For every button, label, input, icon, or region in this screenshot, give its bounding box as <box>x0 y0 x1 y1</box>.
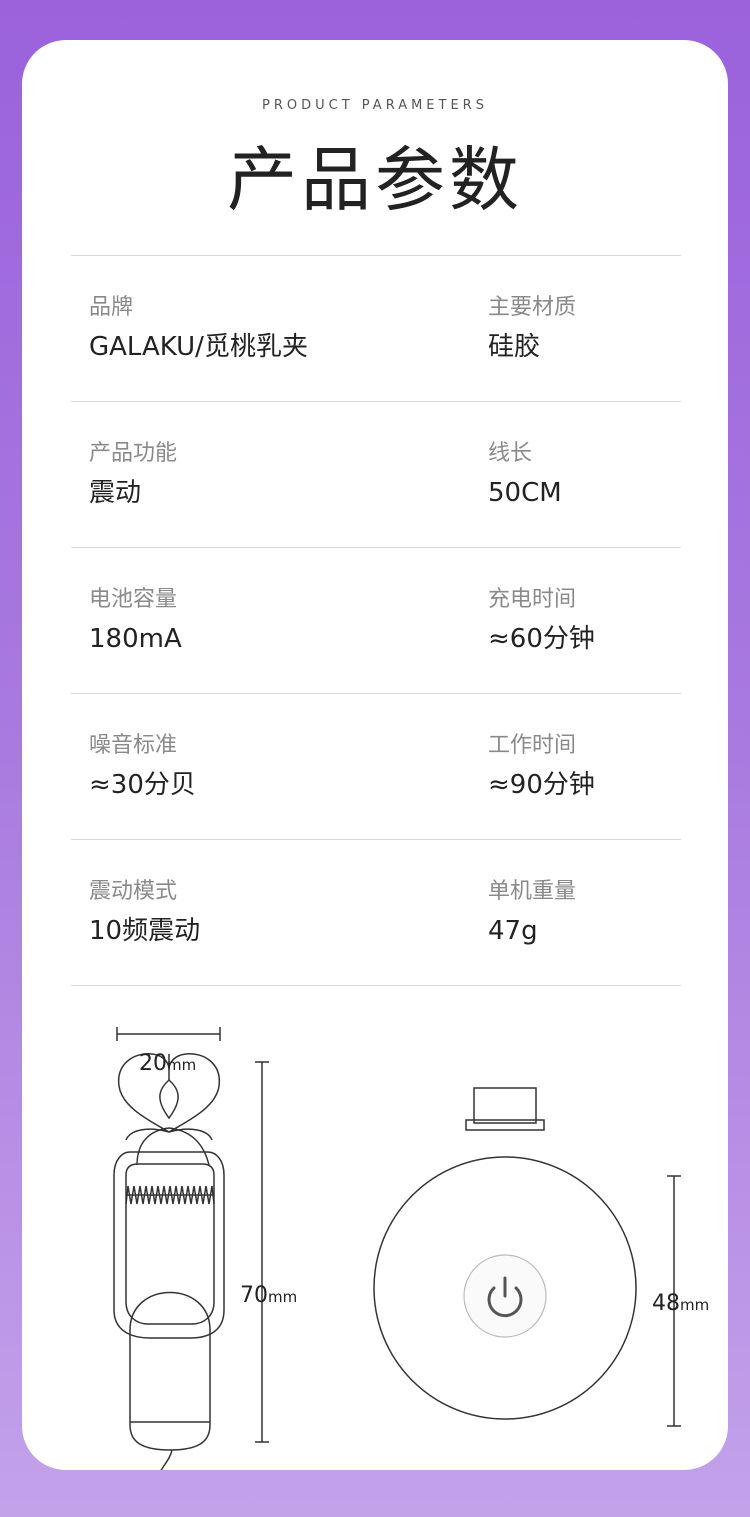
param-label: 电池容量 <box>89 587 178 612</box>
param-value: 10频震动 <box>89 916 201 946</box>
param-value: 47g <box>488 916 538 946</box>
param-row: 品牌 GALAKU/觅桃乳夹 主要材质 硅胶 <box>71 255 681 401</box>
page-title: 产品参数 <box>227 139 523 221</box>
param-material: 主要材质 硅胶 <box>488 294 576 364</box>
dimension-diagram: 20mm 70mm 48mm <box>113 1027 709 1470</box>
clip-width-value: 20 <box>139 1051 167 1076</box>
param-label: 单机重量 <box>488 879 577 904</box>
param-label: 线长 <box>488 441 533 466</box>
product-parameters-card: PRODUCT PARAMETERS 产品参数 品牌 GALAKU/觅桃乳夹 主… <box>22 40 728 1470</box>
clip-height-unit: mm <box>268 1288 297 1306</box>
controller-diameter-label: 48mm <box>652 1291 709 1316</box>
param-label: 噪音标准 <box>89 733 178 758</box>
param-value: ≈60分钟 <box>488 624 595 654</box>
param-value: GALAKU/觅桃乳夹 <box>89 332 308 362</box>
param-charge-time: 充电时间 ≈60分钟 <box>488 586 595 656</box>
param-row: 产品功能 震动 线长 50CM <box>71 401 681 547</box>
param-value: 震动 <box>89 478 142 508</box>
parameters-table: 品牌 GALAKU/觅桃乳夹 主要材质 硅胶 产品功能 震动 线长 50CM 电… <box>71 255 681 986</box>
param-value: ≈30分贝 <box>89 770 196 800</box>
param-value: 50CM <box>488 478 562 508</box>
param-weight: 单机重量 47g <box>488 878 576 948</box>
param-value: 硅胶 <box>488 332 541 362</box>
param-battery: 电池容量 180mA <box>89 586 182 656</box>
param-row: 噪音标准 ≈30分贝 工作时间 ≈90分钟 <box>71 693 681 839</box>
param-label: 工作时间 <box>488 733 577 758</box>
clip-width-label: 20mm <box>139 1051 196 1076</box>
clip-height-value: 70 <box>240 1283 268 1308</box>
param-work-time: 工作时间 ≈90分钟 <box>488 732 595 802</box>
param-label: 品牌 <box>89 295 134 320</box>
clip-width-dimension-line <box>116 1027 221 1041</box>
param-label: 震动模式 <box>89 879 178 904</box>
param-label: 产品功能 <box>89 441 178 466</box>
clip-height-dimension-line <box>255 1061 269 1443</box>
controller-drawing <box>373 1087 637 1420</box>
controller-diameter-value: 48 <box>652 1291 680 1316</box>
nipple-clip-drawing <box>113 1053 225 1470</box>
param-function: 产品功能 震动 <box>89 440 177 510</box>
param-noise: 噪音标准 ≈30分贝 <box>89 732 196 802</box>
param-value: ≈90分钟 <box>488 770 595 800</box>
clip-width-unit: mm <box>167 1056 196 1074</box>
param-label: 主要材质 <box>488 295 577 320</box>
param-value: 180mA <box>89 624 182 654</box>
param-row: 震动模式 10频震动 单机重量 47g <box>71 839 681 986</box>
param-row: 电池容量 180mA 充电时间 ≈60分钟 <box>71 547 681 693</box>
section-subtitle: PRODUCT PARAMETERS <box>262 98 488 113</box>
clip-height-label: 70mm <box>240 1283 297 1308</box>
param-brand: 品牌 GALAKU/觅桃乳夹 <box>89 294 308 364</box>
param-vibration-mode: 震动模式 10频震动 <box>89 878 200 948</box>
param-label: 充电时间 <box>488 587 577 612</box>
param-cable-length: 线长 50CM <box>488 440 562 510</box>
controller-diameter-unit: mm <box>680 1296 709 1314</box>
